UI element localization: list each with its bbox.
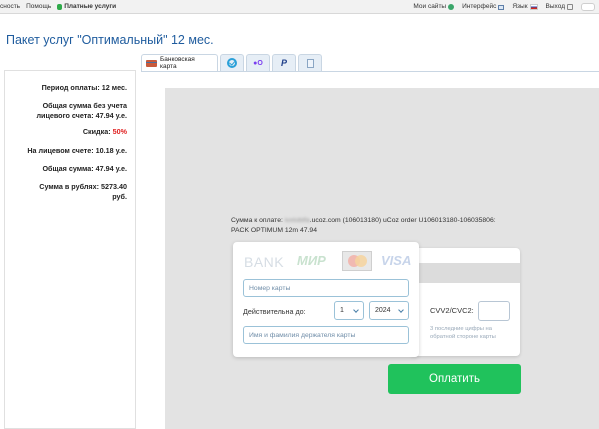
- russia-flag-icon: [529, 4, 538, 10]
- discount-value: 50%: [112, 127, 127, 136]
- interface-link[interactable]: Интерфейс: [462, 0, 505, 14]
- toggle-icon[interactable]: [581, 3, 595, 11]
- tab-yoomoney[interactable]: ●O: [246, 54, 270, 71]
- logout-icon: [567, 4, 573, 10]
- paid-services-label: Платные услуги: [64, 3, 117, 10]
- tab-bank-card-label: Банковская карта: [159, 56, 195, 70]
- expiry-year-select[interactable]: 2024: [369, 301, 409, 320]
- total-without-account-line1: Общая сумма без учета: [42, 101, 127, 110]
- paid-services-icon: [57, 4, 63, 10]
- magnetic-stripe: [410, 263, 520, 283]
- check-circle-icon: [227, 58, 237, 68]
- amount-prefix: Сумма к оплате:: [231, 217, 283, 224]
- chevron-down-icon: [353, 306, 359, 313]
- top-left-links: сность Помощь Платные услуги: [0, 0, 116, 14]
- blurred-site-name: ivxtobifa: [284, 217, 310, 224]
- card-number-field[interactable]: Номер карты: [243, 279, 409, 297]
- expiry-month-select[interactable]: 1: [334, 301, 364, 320]
- paypal-icon: P: [280, 58, 287, 68]
- chevron-down-icon: [398, 306, 404, 313]
- tab-invoice[interactable]: [298, 54, 322, 71]
- discount-label: Скидка:: [82, 127, 111, 136]
- total-without-account-line2: лицевого счета: 47.94 у.е.: [36, 110, 127, 120]
- cardholder-name-placeholder: Имя и фамилия держателя карты: [249, 331, 356, 339]
- monitor-icon: [498, 4, 505, 10]
- order-summary-panel: Период оплаты: 12 мес. Общая сумма без у…: [4, 70, 136, 429]
- discount-row: Скидка: 50%: [83, 127, 127, 137]
- language-link[interactable]: Язык: [512, 0, 538, 14]
- tab-sbp[interactable]: [220, 54, 244, 71]
- top-link-help[interactable]: Помощь: [26, 0, 51, 14]
- amount-to-pay-text: Сумма к оплате: ivxtobifa.ucoz.com (1060…: [231, 216, 501, 236]
- my-sites-label: Мои сайты: [413, 3, 447, 10]
- period-text: Период оплаты: 12 мес.: [41, 83, 127, 92]
- account-balance-text: На лицевом счете: 10.18 у.е.: [27, 146, 127, 155]
- mastercard-icon: [342, 251, 372, 271]
- yoomoney-icon: ●O: [253, 59, 263, 67]
- tab-paypal[interactable]: P: [272, 54, 296, 71]
- cvv-input[interactable]: [478, 301, 510, 321]
- logout-link[interactable]: Выход: [546, 0, 573, 14]
- my-sites-link[interactable]: Мои сайты: [413, 0, 455, 14]
- top-link-paid-services[interactable]: Платные услуги: [57, 0, 116, 14]
- valid-until-label: Действительна до:: [243, 307, 306, 316]
- card-number-placeholder: Номер карты: [249, 284, 291, 292]
- total-text: Общая сумма: 47.94 у.е.: [42, 164, 127, 173]
- visa-logo: VISA: [381, 253, 412, 268]
- expiry-month-value: 1: [340, 307, 344, 314]
- mir-logo: МИР: [297, 253, 326, 268]
- language-label: Язык: [512, 3, 528, 10]
- logout-label: Выход: [545, 3, 565, 10]
- pay-button[interactable]: Оплатить: [388, 364, 521, 394]
- cvv-label: CVV2/CVC2:: [430, 306, 474, 315]
- cvv-hint: 3 последние цифры на обратной стороне ка…: [430, 326, 496, 340]
- document-icon: [306, 58, 314, 68]
- top-right-links: Мои сайты Интерфейс Язык Выход: [413, 0, 595, 14]
- top-link-partial[interactable]: сность: [0, 0, 20, 14]
- rub-total-line1: Сумма в рублях: 5273.40: [39, 182, 127, 191]
- rub-total-line2: руб.: [112, 191, 127, 201]
- interface-label: Интерфейс: [462, 3, 497, 10]
- top-navigation-bar: сность Помощь Платные услуги Мои сайты И…: [0, 0, 599, 14]
- globe-icon: [448, 4, 455, 10]
- payment-method-tabs: Банковская карта ●O P: [141, 54, 322, 71]
- cardholder-name-field[interactable]: Имя и фамилия держателя карты: [243, 326, 409, 344]
- bank-logo: BANK: [244, 254, 285, 270]
- expiry-year-value: 2024: [375, 307, 391, 314]
- page-title: Пакет услуг "Оптимальный" 12 мес.: [6, 33, 214, 47]
- tab-bank-card[interactable]: Банковская карта: [141, 54, 218, 71]
- bank-card-icon: [146, 59, 157, 67]
